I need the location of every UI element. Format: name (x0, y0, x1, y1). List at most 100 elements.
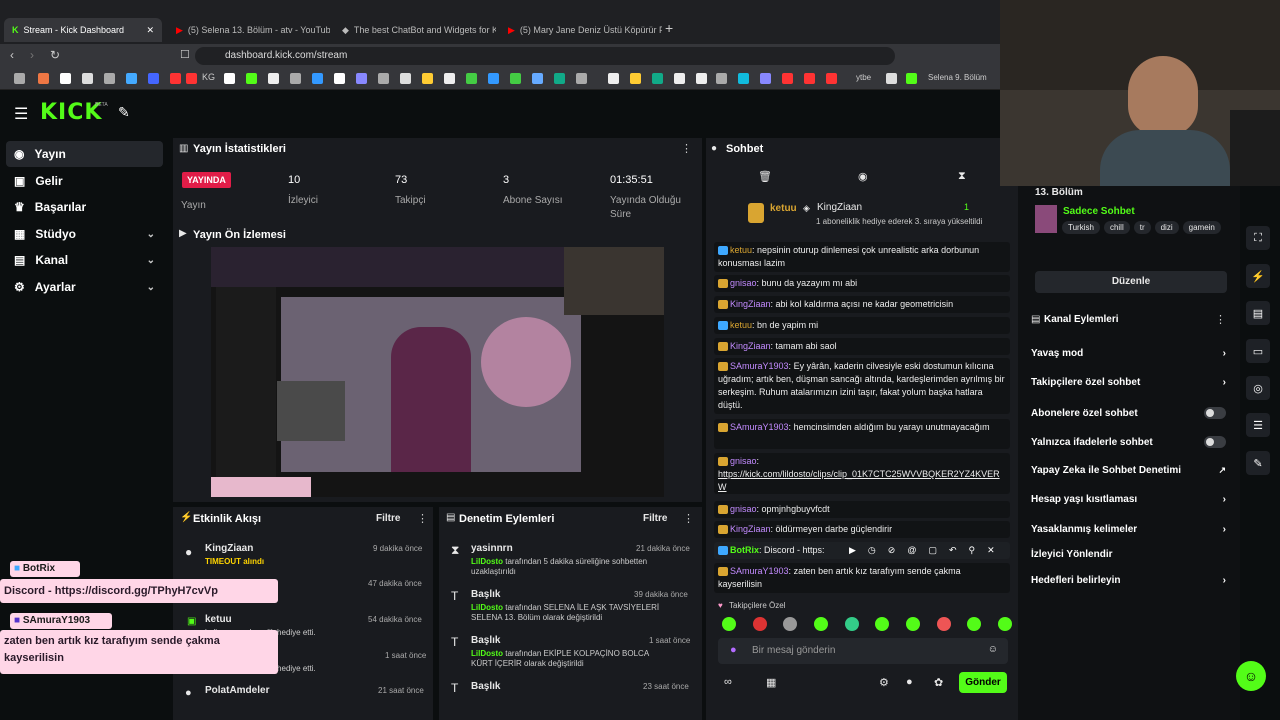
pinned-user[interactable]: ketuu (770, 203, 797, 214)
chat-username[interactable]: KingZiaan (730, 341, 771, 351)
tab-youtube-2[interactable]: ▶ (5) Mary Jane Deniz Üstü Köpürür Fu (500, 18, 662, 42)
chat-message[interactable]: gnisao: bunu da yazayım mı abi (714, 275, 1010, 292)
activity-name[interactable]: KingZiaan (205, 543, 253, 554)
bookmark-icon[interactable] (14, 73, 25, 84)
tag[interactable]: tr (1133, 221, 1151, 234)
chat-message[interactable]: gnisao: https://kick.com/lildosto/clips/c… (714, 453, 1010, 494)
chat-message[interactable]: KingZiaan: öldürmeyen darbe güçlendirir (714, 521, 1010, 538)
clock-icon[interactable]: ◷ (868, 545, 876, 561)
chat-username[interactable]: KingZiaan (730, 299, 771, 309)
more-icon[interactable]: ⋮ (681, 142, 692, 155)
bookmark-label[interactable]: KG (202, 72, 215, 82)
store-icon[interactable]: ▦ (766, 676, 776, 689)
emote-icon[interactable] (905, 617, 920, 631)
goals-item[interactable]: Hedefleri belirleyin › (1031, 575, 1226, 586)
back-icon[interactable]: ‹ (10, 48, 14, 62)
bookmark-icon[interactable] (674, 73, 685, 84)
bookmark-icon[interactable] (444, 73, 455, 84)
bookmark-icon[interactable] (760, 73, 771, 84)
chat-username[interactable]: SAmuraY1903 (730, 361, 789, 371)
emote-icon[interactable] (967, 617, 982, 631)
chat-message[interactable]: KingZiaan: abi kol kaldırma açısı ne kad… (714, 296, 1010, 313)
emote-icon[interactable] (844, 617, 859, 631)
chat-message[interactable]: KingZiaan: tamam abi saol (714, 338, 1010, 355)
reply-icon[interactable]: ↶ (949, 545, 957, 561)
bookmark-label[interactable]: ytbe (856, 73, 871, 82)
chat-message[interactable]: SAmuraY1903: Ey yârân, kaderin cilvesiyl… (714, 358, 1010, 414)
bookmark-icon[interactable] (246, 73, 257, 84)
kick-logo[interactable]: KICK (40, 100, 102, 125)
followers-only-item[interactable]: Takipçilere özel sohbet › (1031, 377, 1226, 388)
bookmark-label[interactable]: Selena 9. Bölüm (928, 73, 987, 82)
subscribers-only-toggle[interactable] (1204, 407, 1226, 419)
fullscreen-icon[interactable]: ⛶ (1246, 226, 1270, 250)
bookmark-icon[interactable] (356, 73, 367, 84)
chat-icon[interactable]: ◉ (858, 170, 868, 183)
bookmark-icon[interactable] (804, 73, 815, 84)
chat-message[interactable]: ketuu: bn de yapim mi (714, 317, 1010, 334)
gear-icon[interactable]: ✿ (934, 676, 943, 689)
tag[interactable]: chill (1103, 221, 1130, 234)
microphone-icon[interactable]: ● (730, 644, 737, 656)
bookmark-icon[interactable] (510, 73, 521, 84)
list-icon[interactable]: ☰ (1246, 413, 1270, 437)
bookmark-icon[interactable] (782, 73, 793, 84)
category-thumbnail[interactable] (1035, 205, 1057, 233)
bookmark-icon[interactable] (186, 73, 197, 84)
mod-user[interactable]: LilDosto (471, 603, 503, 612)
url-field[interactable]: dashboard.kick.com/stream (195, 47, 895, 65)
bookmark-icon[interactable] (576, 73, 587, 84)
activity-name[interactable]: PolatAmdeler (205, 685, 269, 696)
bookmark-icon[interactable] (696, 73, 707, 84)
chat-bubble-icon[interactable]: ● (906, 676, 913, 688)
bookmark-icon[interactable] (312, 73, 323, 84)
tab-chatbot[interactable]: ◆ The best ChatBot and Widgets for Ki (334, 18, 496, 42)
bookmark-icon[interactable] (422, 73, 433, 84)
ai-moderation-item[interactable]: Yapay Zeka ile Sohbet Denetimi ↗ (1031, 465, 1226, 476)
host-item[interactable]: İzleyici Yönlendir (1031, 549, 1226, 560)
chat-username[interactable]: ketuu (730, 245, 752, 255)
lightning-icon[interactable]: ⚡ (1246, 264, 1270, 288)
bookmark-icon[interactable] (38, 73, 49, 84)
bookmark-icon[interactable] (826, 73, 837, 84)
chat-username[interactable]: BotRix (730, 545, 759, 555)
chat-username[interactable]: KingZiaan (730, 524, 771, 534)
bookmark-icon[interactable] (170, 73, 181, 84)
edit-button[interactable]: Düzenle (1035, 271, 1227, 293)
delete-icon[interactable]: ✕ (987, 545, 995, 561)
bookmark-icon[interactable] (906, 73, 917, 84)
emote-only-toggle[interactable] (1204, 436, 1226, 448)
new-tab-icon[interactable]: + (665, 20, 673, 36)
chat-username[interactable]: gnisao (730, 504, 757, 514)
pin-icon[interactable]: ⚲ (969, 545, 976, 561)
more-icon[interactable]: ⋮ (683, 512, 694, 525)
slow-mode-item[interactable]: Yavaş mod › (1031, 348, 1226, 359)
settings-icon[interactable]: ⚙ (879, 676, 889, 689)
sidebar-item-basarilar[interactable]: ♛ Başarılar (6, 194, 163, 220)
emote-icon[interactable] (875, 617, 890, 631)
chat-message[interactable]: gnisao: opmjnhgbuyvfcdt (714, 501, 1010, 518)
bookmark-icon[interactable] (466, 73, 477, 84)
support-icon[interactable]: ☺ (1236, 661, 1266, 691)
chat-message[interactable]: ketuu: nepsinin oturup dinlemesi çok unr… (714, 242, 1010, 272)
tools-icon[interactable]: ✎ (118, 104, 130, 121)
bookmark-icon[interactable] (378, 73, 389, 84)
preview-video[interactable] (211, 247, 664, 497)
sidebar-item-yayin[interactable]: ◉ Yayın (6, 141, 163, 167)
sidebar-item-studyo[interactable]: ▦ Stüdyo ⌄ (6, 221, 163, 247)
play-icon[interactable]: ▶ (849, 545, 856, 561)
forward-icon[interactable]: › (30, 48, 34, 62)
bookmark-icon[interactable] (716, 73, 727, 84)
bookmark-icon[interactable] (290, 73, 301, 84)
bookmark-star-icon[interactable]: ☐ (180, 48, 190, 61)
chat-username[interactable]: ketuu (730, 320, 752, 330)
activity-name[interactable]: ketuu (205, 614, 232, 625)
bookmark-icon[interactable] (268, 73, 279, 84)
bookmark-icon[interactable] (488, 73, 499, 84)
bookmark-icon[interactable] (652, 73, 663, 84)
bookmark-icon[interactable] (224, 73, 235, 84)
emote-icon[interactable] (722, 617, 736, 631)
ban-icon[interactable]: ⊘ (888, 545, 896, 561)
tab-youtube[interactable]: ▶ (5) Selena 13. Bölüm - atv - YouTube (168, 18, 330, 42)
bookmark-icon[interactable] (126, 73, 137, 84)
